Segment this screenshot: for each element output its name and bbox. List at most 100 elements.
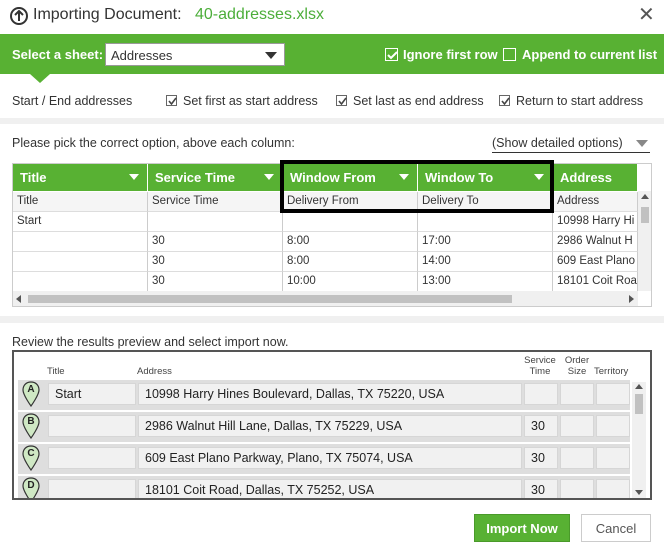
chevron-down-icon <box>264 174 274 180</box>
preview-order-size-cell <box>560 479 594 498</box>
file-header-cell: Delivery From <box>283 192 418 212</box>
map-pin-icon: C <box>22 445 42 471</box>
table-cell: 30 <box>148 272 283 292</box>
preview-row: D 18101 Coit Road, Dallas, TX 75252, USA… <box>18 476 630 498</box>
close-icon[interactable]: ✕ <box>638 5 655 25</box>
table-cell <box>283 212 418 232</box>
table-cell <box>13 272 148 292</box>
table-cell: 30 <box>148 252 283 272</box>
column-select-service-time[interactable]: Service Time <box>148 164 283 191</box>
scroll-up-icon[interactable] <box>641 194 649 199</box>
table-cell: Start <box>13 212 148 232</box>
scroll-thumb[interactable] <box>28 295 512 303</box>
scroll-up-icon[interactable] <box>635 384 643 389</box>
preview-title-cell <box>48 479 136 498</box>
table-cell: 13:00 <box>418 272 553 292</box>
ignore-first-row-checkbox[interactable] <box>385 48 398 61</box>
divider <box>0 316 664 323</box>
cancel-button[interactable]: Cancel <box>581 514 651 542</box>
sheet-select[interactable]: Addresses <box>105 43 285 66</box>
file-header-cell: Service Time <box>148 192 283 212</box>
chevron-down-icon <box>636 140 648 147</box>
set-last-checkbox[interactable] <box>336 95 347 106</box>
file-header-cell: Address <box>553 192 638 212</box>
preview-order-size-cell <box>560 415 594 437</box>
append-to-list-checkbox[interactable] <box>503 48 516 61</box>
scroll-thumb[interactable] <box>635 394 643 414</box>
table-cell: 14:00 <box>418 252 553 272</box>
preview-territory-cell <box>596 479 630 498</box>
table-cell <box>13 252 148 272</box>
preview-service-cell: 30 <box>524 447 558 469</box>
vertical-scrollbar[interactable] <box>638 191 651 291</box>
return-start-label[interactable]: Return to start address <box>516 94 643 108</box>
import-now-button[interactable]: Import Now <box>474 514 570 542</box>
divider <box>0 118 664 124</box>
sheet-bar: Select a sheet: Addresses Ignore first r… <box>0 34 664 74</box>
preview-address-cell: 609 East Plano Parkway, Plano, TX 75074,… <box>138 447 522 469</box>
return-start-checkbox[interactable] <box>499 95 510 106</box>
table-cell: 10998 Harry Hi <box>553 212 638 232</box>
review-instructions: Review the results preview and select im… <box>12 335 289 349</box>
chevron-down-icon <box>129 174 139 180</box>
map-pin-icon: A <box>22 381 42 407</box>
preview-header-territory: Territory <box>594 366 629 377</box>
file-header-cell: Title <box>13 192 148 212</box>
chevron-down-icon <box>399 174 409 180</box>
append-to-list-label[interactable]: Append to current list <box>522 47 657 62</box>
ignore-first-row-label[interactable]: Ignore first row <box>403 47 498 62</box>
column-mapping-table: Title Service Time Window From Window To… <box>12 163 652 307</box>
preview-header-address: Address <box>137 366 172 377</box>
dialog-title: Importing Document: <box>33 6 182 23</box>
detailed-options-toggle[interactable]: (Show detailed options) <box>492 136 650 153</box>
preview-title-cell <box>48 447 136 469</box>
start-end-label: Start / End addresses <box>12 94 133 108</box>
horizontal-scrollbar[interactable] <box>13 291 638 306</box>
table-cell: 18101 Coit Roa <box>553 272 638 292</box>
file-header-cell: Delivery To <box>418 192 553 212</box>
table-cell: 2986 Walnut H <box>553 232 638 252</box>
preview-address-cell: 2986 Walnut Hill Lane, Dallas, TX 75229,… <box>138 415 522 437</box>
preview-address-cell: 10998 Harry Hines Boulevard, Dallas, TX … <box>138 383 522 405</box>
set-last-label[interactable]: Set last as end address <box>353 94 484 108</box>
sheet-bar-notch <box>30 74 50 83</box>
preview-territory-cell <box>596 415 630 437</box>
upload-icon <box>10 7 28 25</box>
table-cell <box>13 232 148 252</box>
preview-row: C 609 East Plano Parkway, Plano, TX 7507… <box>18 444 630 474</box>
preview-service-cell: 30 <box>524 479 558 498</box>
set-first-checkbox[interactable] <box>166 95 177 106</box>
pick-instructions: Please pick the correct option, above ea… <box>12 136 295 150</box>
preview-scrollbar[interactable] <box>632 382 646 498</box>
preview-header-title: Title <box>47 366 65 377</box>
table-cell: 609 East Plano <box>553 252 638 272</box>
detailed-options-label: (Show detailed options) <box>492 136 623 150</box>
column-select-address[interactable]: Address <box>553 164 638 191</box>
scroll-left-icon[interactable] <box>16 295 21 303</box>
preview-order-size-cell <box>560 447 594 469</box>
column-select-title[interactable]: Title <box>13 164 148 191</box>
dialog-titlebar: Importing Document: 40-addresses.xlsx ✕ <box>0 0 664 34</box>
map-pin-icon: D <box>22 477 42 498</box>
table-cell <box>148 212 283 232</box>
preview-territory-cell <box>596 447 630 469</box>
file-name: 40-addresses.xlsx <box>195 6 324 23</box>
preview-title-cell <box>48 415 136 437</box>
table-cell: 30 <box>148 232 283 252</box>
column-select-window-from[interactable]: Window From <box>283 164 418 191</box>
set-first-label[interactable]: Set first as start address <box>183 94 318 108</box>
table-cell: 10:00 <box>283 272 418 292</box>
chevron-down-icon <box>534 174 544 180</box>
column-select-window-to[interactable]: Window To <box>418 164 553 191</box>
sheet-label: Select a sheet: <box>12 47 104 62</box>
table-cell: 8:00 <box>283 232 418 252</box>
table-cell: 17:00 <box>418 232 553 252</box>
chevron-down-icon <box>265 52 277 59</box>
scroll-down-icon[interactable] <box>635 490 643 495</box>
preview-address-cell: 18101 Coit Road, Dallas, TX 75252, USA <box>138 479 522 498</box>
sheet-select-value: Addresses <box>111 48 173 63</box>
scroll-right-icon[interactable] <box>629 295 634 303</box>
preview-header-order-size: Order Size <box>564 355 590 377</box>
scroll-thumb[interactable] <box>641 207 649 223</box>
preview-service-cell: 30 <box>524 415 558 437</box>
